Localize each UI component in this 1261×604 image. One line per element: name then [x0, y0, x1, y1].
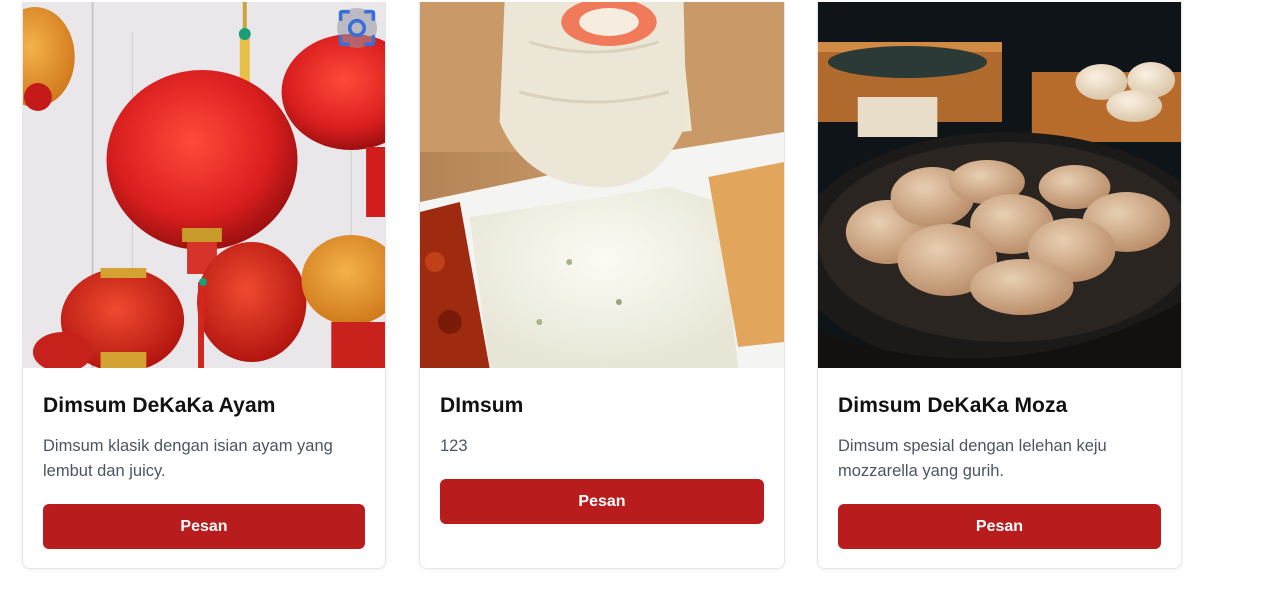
product-grid: Dimsum DeKaKa Ayam Dimsum klasik dengan …: [0, 0, 1261, 604]
scan-icon: [338, 9, 376, 47]
product-description: Dimsum klasik dengan isian ayam yang lem…: [43, 437, 333, 480]
product-image: [23, 2, 385, 368]
order-button[interactable]: Pesan: [43, 504, 365, 549]
product-image: [420, 2, 784, 368]
product-description: Dimsum spesial dengan lelehan keju mozza…: [838, 437, 1107, 480]
card-body: DImsum 123 Pesan: [420, 368, 784, 544]
product-card: Dimsum DeKaKa Moza Dimsum spesial dengan…: [817, 2, 1182, 569]
card-body: Dimsum DeKaKa Moza Dimsum spesial dengan…: [818, 368, 1181, 568]
red-lanterns-photo: [23, 2, 385, 368]
visual-search-icon[interactable]: [337, 8, 377, 48]
order-button[interactable]: Pesan: [440, 479, 764, 524]
product-card: DImsum 123 Pesan: [419, 2, 785, 569]
product-title: Dimsum DeKaKa Moza: [838, 394, 1068, 417]
order-button[interactable]: Pesan: [838, 504, 1161, 549]
product-title: Dimsum DeKaKa Ayam: [43, 394, 276, 417]
product-description: 123: [440, 437, 468, 455]
card-body: Dimsum DeKaKa Ayam Dimsum klasik dengan …: [23, 368, 385, 568]
product-title: DImsum: [440, 394, 524, 417]
steamed-dumplings-photo: [818, 2, 1181, 368]
product-image: [818, 2, 1181, 368]
product-card: Dimsum DeKaKa Ayam Dimsum klasik dengan …: [22, 2, 386, 569]
dimsum-with-sauce-photo: [420, 2, 784, 368]
